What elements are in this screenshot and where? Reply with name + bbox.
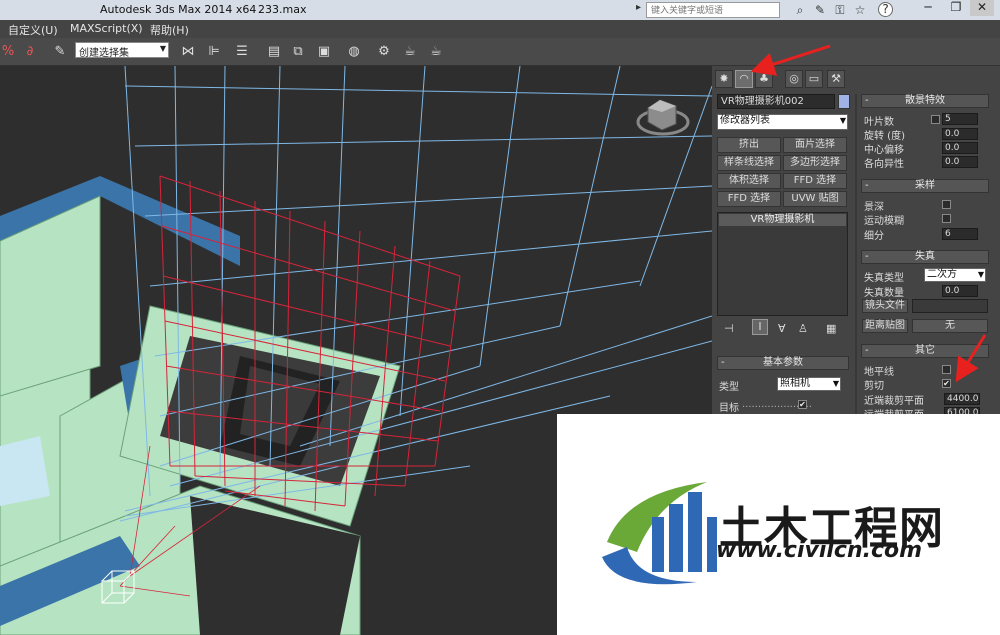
watermark-logo: 土木工程网 www.civilcn.com [557,414,1000,635]
arrow-to-clipping-checkbox [955,334,987,383]
arrow-to-modify-tab [750,44,831,76]
logo-url: www.civilcn.com [716,538,923,563]
